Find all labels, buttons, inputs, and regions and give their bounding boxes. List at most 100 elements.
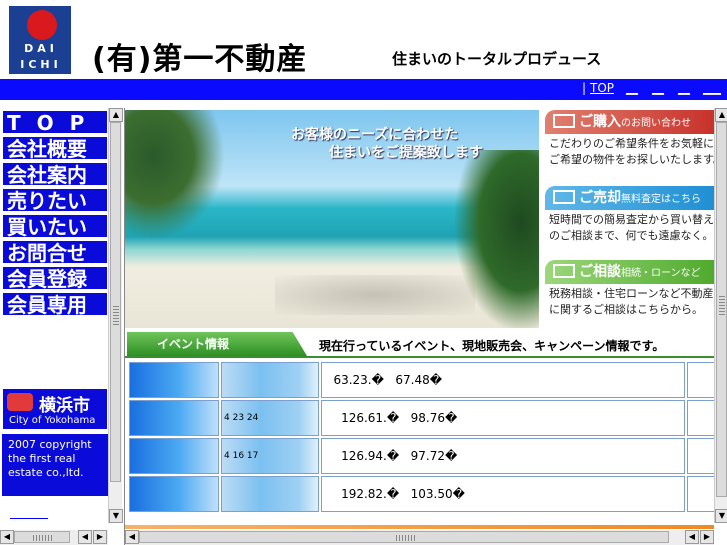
sale-box-title: ご売却: [579, 190, 621, 206]
company-name: (有)第一不動産: [92, 42, 308, 77]
table-cell-extra: [687, 476, 715, 512]
event-divider: [125, 356, 714, 358]
company-logo[interactable]: DAI ICHI: [8, 5, 72, 75]
consult-box-title: ご相談: [579, 264, 621, 280]
menu-item-members-only[interactable]: 会員専用: [2, 292, 108, 316]
scroll-up-button[interactable]: ▲: [109, 108, 123, 122]
table-row: 4 23 24 126.61.� 98.76�: [127, 400, 717, 436]
sale-box[interactable]: ご売却無料査定はこちら 短時間での簡易査定から買い替え のご相談まで、何でも遠慮…: [545, 186, 715, 256]
purchase-box-line1: こだわりのご希望条件をお気軽に: [549, 137, 714, 150]
table-cell-detail: 126.94.� 97.72�: [321, 438, 685, 474]
logo-text-line2: ICHI: [20, 58, 62, 71]
scroll-down-button[interactable]: ▼: [715, 509, 727, 523]
nav-link-blank-3[interactable]: __: [678, 81, 690, 95]
palm-tree-left: [125, 110, 225, 240]
purchase-box-title: ご購入: [579, 114, 621, 130]
table-cell-image: [129, 476, 219, 512]
table-row: 4 16 17 126.94.� 97.72�: [127, 438, 717, 474]
left-frame: TOP 会社概要 会社案内 売りたい 買いたい お問合せ 会員登録 会員専用 横…: [0, 108, 123, 545]
logo-text-line1: DAI: [24, 42, 58, 55]
consult-box-header[interactable]: ご相談相続・ローンなど: [545, 260, 715, 284]
mail-icon: [553, 114, 575, 128]
table-cell-image: [129, 438, 219, 474]
purchase-box-body: こだわりのご希望条件をお気軽に ご希望の物件をお探しいたします。: [545, 136, 715, 168]
yokohama-banner-subtitle: City of Yokohama: [9, 415, 96, 426]
grip-icon: [719, 296, 725, 316]
table-cell-detail: 192.82.� 103.50�: [321, 476, 685, 512]
scroll-thumb[interactable]: [139, 531, 669, 543]
table-cell-extra: [687, 362, 715, 398]
mail-icon: [553, 264, 575, 278]
sale-box-header[interactable]: ご売却無料査定はこちら: [545, 186, 715, 210]
main-vertical-scrollbar[interactable]: ▲ ▼: [714, 108, 727, 523]
sale-box-line1: 短時間での簡易査定から買い替え: [549, 213, 714, 226]
sale-box-subtitle: 無料査定はこちら: [621, 194, 701, 205]
consult-box[interactable]: ご相談相続・ローンなど 税務相談・住宅ローンなど不動産 に関するご相談はこちらか…: [545, 260, 715, 330]
table-cell-date: 4 23 24: [221, 400, 319, 436]
menu-item-top[interactable]: TOP: [2, 110, 108, 134]
event-table: 63.23.� 67.48� 4 23 24 126.61.� 98.76� 4…: [127, 362, 717, 514]
small-link[interactable]: [10, 518, 48, 519]
table-cell-extra: [687, 400, 715, 436]
footer-accent-bar: [125, 525, 714, 529]
menu-item-company-guide[interactable]: 会社案内: [2, 162, 108, 186]
mail-icon: [553, 190, 575, 204]
purchase-box[interactable]: ご購入のお問い合わせ こだわりのご希望条件をお気軽に ご希望の物件をお探しいたし…: [545, 110, 715, 180]
event-tab[interactable]: イベント情報: [127, 332, 307, 356]
purchase-box-subtitle: のお問い合わせ: [621, 118, 691, 129]
menu-item-buy[interactable]: 買いたい: [2, 214, 108, 238]
scroll-thumb[interactable]: [110, 122, 121, 482]
table-row: 63.23.� 67.48�: [127, 362, 717, 398]
table-cell-detail: 126.61.� 98.76�: [321, 400, 685, 436]
consult-box-subtitle: 相続・ローンなど: [621, 268, 701, 279]
copyright-text: 2007 copyright the first real estate co.…: [2, 434, 108, 496]
purchase-box-header[interactable]: ご購入のお問い合わせ: [545, 110, 715, 134]
menu-item-contact[interactable]: お問合せ: [2, 240, 108, 264]
purchase-box-line2: ご希望の物件をお探しいたします。: [549, 153, 715, 166]
grip-icon: [113, 306, 119, 326]
main-horizontal-scrollbar[interactable]: ◀ ◀ ▶: [125, 530, 714, 545]
scroll-down-button[interactable]: ▼: [109, 509, 123, 523]
table-cell-image: [129, 400, 219, 436]
hero-caption-line2: 住まいをご提案致します: [329, 145, 483, 161]
page: DAI ICHI (有)第一不動産 住まいのトータルプロデュース | TOP _…: [0, 0, 727, 545]
nav-link-blank-2[interactable]: __: [652, 81, 664, 95]
table-cell-date: [221, 476, 319, 512]
sale-box-body: 短時間での簡易査定から買い替え のご相談まで、何でも遠慮なく。: [545, 212, 715, 244]
scroll-up-button[interactable]: ▲: [715, 108, 727, 122]
hero-beach-image: お客様のニーズに合わせた 住まいをご提案致します: [125, 110, 539, 328]
sale-box-line2: のご相談まで、何でも遠慮なく。: [549, 229, 714, 242]
logo-sun-icon: [27, 10, 57, 40]
event-header: イベント情報 現在行っているイベント、現地販売会、キャンペーン情報です。: [125, 330, 714, 358]
nav-link-top[interactable]: TOP: [590, 81, 614, 95]
scroll-left-button[interactable]: ◀: [125, 530, 139, 544]
scroll-thumb[interactable]: [14, 531, 70, 543]
nav-separator: |: [582, 81, 587, 95]
tagline: 住まいのトータルプロデュース: [392, 50, 602, 68]
left-horizontal-scrollbar[interactable]: ◀ ◀ ▶: [0, 530, 108, 545]
yokohama-banner[interactable]: 横浜市 City of Yokohama: [2, 388, 108, 430]
scroll-right-button[interactable]: ▶: [700, 530, 714, 544]
scroll-left-button[interactable]: ◀: [78, 530, 92, 544]
service-boxes: ご購入のお問い合わせ こだわりのご希望条件をお気軽に ご希望の物件をお探しいたし…: [543, 110, 715, 328]
top-nav-bar: | TOP __ __ __ ___: [0, 79, 727, 100]
menu-item-company-profile[interactable]: 会社概要: [2, 136, 108, 160]
main-frame: お客様のニーズに合わせた 住まいをご提案致します ご購入のお問い合わせ こだわり…: [124, 108, 727, 545]
menu-item-member-registration[interactable]: 会員登録: [2, 266, 108, 290]
yokohama-banner-title: 横浜市: [39, 396, 90, 416]
nav-link-blank-1[interactable]: __: [626, 81, 638, 95]
scroll-thumb[interactable]: [716, 122, 727, 497]
scroll-left-button[interactable]: ◀: [0, 530, 14, 544]
table-cell-date: 4 16 17: [221, 438, 319, 474]
left-vertical-scrollbar[interactable]: ▲ ▼: [108, 108, 123, 523]
scroll-left-button[interactable]: ◀: [685, 530, 699, 544]
scroll-right-button[interactable]: ▶: [93, 530, 107, 544]
yokohama-emblem-icon: [7, 393, 33, 411]
hero-caption-line1: お客様のニーズに合わせた: [291, 127, 459, 143]
nav-link-blank-4[interactable]: ___: [703, 81, 721, 95]
table-cell-detail: 63.23.� 67.48�: [321, 362, 685, 398]
table-cell-extra: [687, 438, 715, 474]
table-cell-image: [129, 362, 219, 398]
grip-icon: [33, 535, 53, 541]
menu-item-sell[interactable]: 売りたい: [2, 188, 108, 212]
